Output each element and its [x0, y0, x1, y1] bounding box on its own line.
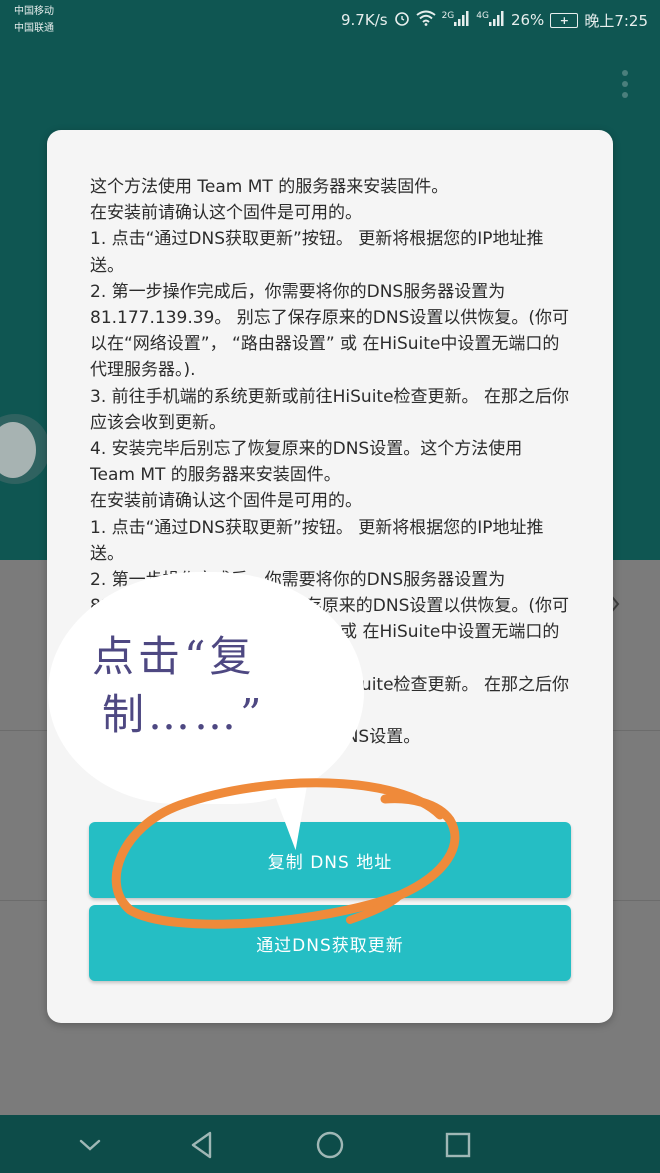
- clock: 晚上7:25: [584, 11, 648, 30]
- carrier-1: 中国移动: [14, 6, 54, 17]
- network-2g-label: 2G: [441, 10, 455, 21]
- annotation-line-1: 点击“复: [92, 632, 256, 681]
- message-paragraph: 在安装前请确认这个固件是可用的。: [90, 491, 362, 512]
- carrier-2: 中国联通: [14, 23, 54, 34]
- signal-icon: [454, 10, 470, 30]
- message-paragraph: 1. 点击“通过DNS获取更新”按钮。 更新将根据您的IP地址推送。: [90, 229, 544, 276]
- back-icon[interactable]: [186, 1129, 218, 1161]
- battery-icon: +: [550, 12, 579, 28]
- network-4g-label: 4G: [476, 10, 489, 21]
- recent-apps-icon[interactable]: [442, 1129, 474, 1161]
- message-paragraph: 2. 第一步操作完成后，你需要将你的DNS服务器设置为 81.177.139.3…: [90, 281, 570, 381]
- annotation-text: 点击“复 制……”: [92, 628, 342, 744]
- annotation-line-2: 制……”: [102, 690, 266, 739]
- message-paragraph: 3. 前往手机端的系统更新或前往HiSuite检查更新。 在那之后你应该会收到更…: [90, 386, 569, 433]
- network-speed: 9.7K/s: [341, 11, 388, 29]
- message-paragraph: 在安装前请确认这个固件是可用的。: [90, 203, 362, 224]
- message-paragraph: 这个方法使用 Team MT 的服务器来安装固件。: [90, 177, 449, 197]
- more-options-icon[interactable]: [616, 70, 634, 100]
- battery-percent: 26%: [510, 11, 545, 29]
- hide-nav-icon[interactable]: [74, 1129, 106, 1161]
- status-bar: 中国移动 中国联通 9.7K/s 2G 4G 26% + 晚上7:25: [0, 0, 660, 40]
- alarm-icon: [394, 10, 410, 30]
- home-icon[interactable]: [314, 1129, 346, 1161]
- message-paragraph: 1. 点击“通过DNS获取更新”按钮。 更新将根据您的IP地址推送。: [90, 517, 544, 564]
- wifi-icon: [415, 10, 436, 30]
- signal-icon: [488, 10, 505, 30]
- message-paragraph: 4. 安装完毕后别忘了恢复原来的DNS设置。这个方法使用 Team MT 的服务…: [90, 439, 523, 486]
- annotation-circle-mark: [111, 778, 460, 929]
- navigation-bar: [0, 1115, 660, 1173]
